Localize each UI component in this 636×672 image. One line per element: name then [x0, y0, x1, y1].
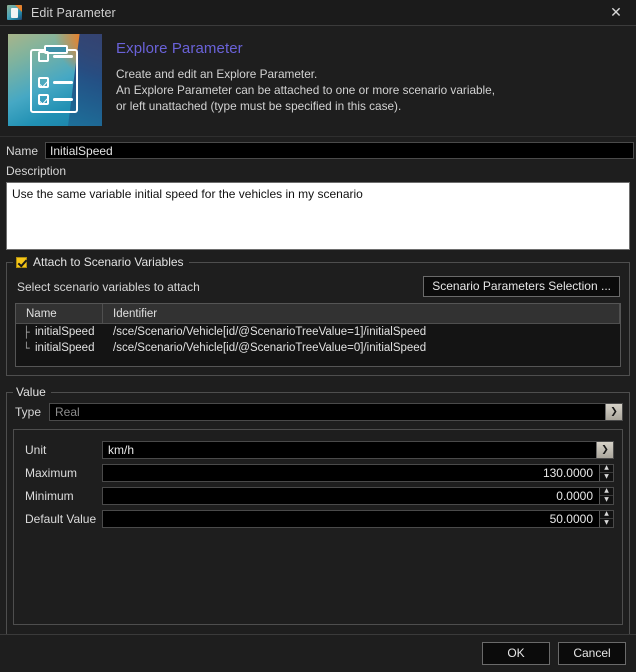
close-icon[interactable]: ✕: [596, 0, 636, 26]
unit-value: km/h: [108, 442, 135, 457]
checkbox-icon-3: [38, 51, 49, 62]
banner-description-line-3: or left unattached (type must be specifi…: [116, 99, 402, 113]
banner-title: Explore Parameter: [116, 40, 243, 57]
name-row: Name: [0, 137, 636, 162]
table-header-identifier: Identifier: [103, 304, 620, 324]
table-cell-name: initialSpeed: [35, 326, 95, 338]
attach-to-scenario-variables-checkbox[interactable]: [16, 256, 27, 268]
value-group: Value Type Real ❯ Unit km/h ❯ Maximum 13…: [6, 385, 630, 638]
unit-row: Unit km/h ❯: [22, 440, 614, 459]
spinner-up-icon[interactable]: ▲: [600, 487, 613, 496]
scenario-variables-table[interactable]: Name Identifier ├ initialSpeed /sce/Scen…: [15, 303, 621, 367]
maximum-stepper[interactable]: 130.0000 ▲ ▼: [102, 463, 614, 482]
clipboard-row-1: [38, 77, 73, 88]
select-scenario-variables-label: Select scenario variables to attach: [17, 279, 200, 294]
table-cell-identifier: /sce/Scenario/Vehicle[id/@ScenarioTreeVa…: [113, 342, 427, 354]
description-input[interactable]: [6, 182, 630, 250]
minimum-value: 0.0000: [556, 488, 593, 503]
unit-label: Unit: [25, 442, 47, 457]
spinner-up-icon[interactable]: ▲: [600, 510, 613, 519]
table-cell-name: initialSpeed: [35, 342, 95, 354]
chevron-down-icon[interactable]: ❯: [605, 404, 622, 420]
cancel-button[interactable]: Cancel: [558, 642, 626, 665]
spinner-down-icon[interactable]: ▼: [600, 519, 613, 527]
default-value-label: Default Value: [25, 511, 97, 526]
window-title: Edit Parameter: [31, 5, 116, 20]
attach-to-scenario-variables-group: Attach to Scenario Variables Select scen…: [6, 255, 630, 376]
default-value-stepper[interactable]: 50.0000 ▲ ▼: [102, 509, 614, 528]
type-dropdown[interactable]: Real ❯: [49, 403, 623, 421]
scenario-parameters-selection-button[interactable]: Scenario Parameters Selection ...: [423, 276, 620, 297]
maximum-label: Maximum: [25, 465, 78, 480]
default-value-value: 50.0000: [549, 511, 593, 526]
unit-dropdown[interactable]: km/h ❯: [102, 440, 614, 459]
attach-group-title-row: Attach to Scenario Variables: [13, 255, 189, 269]
checkbox-icon-2: [38, 94, 49, 105]
clipboard-line-1: [53, 81, 73, 84]
minimum-label: Minimum: [25, 488, 74, 503]
table-cell-identifier: /sce/Scenario/Vehicle[id/@ScenarioTreeVa…: [113, 326, 427, 338]
checkbox-icon-1: [38, 77, 49, 88]
maximum-value: 130.0000: [542, 465, 593, 480]
name-input[interactable]: [45, 142, 634, 159]
minimum-stepper[interactable]: 0.0000 ▲ ▼: [102, 486, 614, 505]
table-row[interactable]: └ initialSpeed /sce/Scenario/Vehicle[id/…: [16, 340, 620, 356]
window-clipboard-icon: [7, 5, 22, 20]
clipboard-line-2: [53, 98, 73, 101]
explore-parameter-clipboard-icon: [8, 34, 102, 126]
minimum-row: Minimum 0.0000 ▲ ▼: [22, 486, 614, 505]
clipboard-row-2: [38, 94, 73, 105]
window-titlebar: Edit Parameter ✕: [0, 0, 636, 26]
maximum-spinner[interactable]: ▲ ▼: [599, 464, 613, 481]
spinner-up-icon[interactable]: ▲: [600, 464, 613, 473]
dialog-footer: OK Cancel: [0, 634, 636, 672]
default-value-spinner[interactable]: ▲ ▼: [599, 510, 613, 527]
type-label: Type: [15, 405, 42, 419]
clipboard-body: [30, 45, 78, 113]
spinner-down-icon[interactable]: ▼: [600, 496, 613, 504]
table-header-name: Name: [16, 304, 103, 324]
type-row: Type Real ❯: [13, 403, 623, 421]
minimum-spinner[interactable]: ▲ ▼: [599, 487, 613, 504]
type-value: Real: [55, 405, 80, 419]
maximum-row: Maximum 130.0000 ▲ ▼: [22, 463, 614, 482]
table-row[interactable]: ├ initialSpeed /sce/Scenario/Vehicle[id/…: [16, 324, 620, 340]
ok-button[interactable]: OK: [482, 642, 550, 665]
spinner-down-icon[interactable]: ▼: [600, 473, 613, 481]
tree-branch-end-icon: └: [23, 341, 30, 355]
name-label: Name: [6, 143, 39, 158]
value-group-title-row: Value: [13, 385, 51, 399]
table-header-row: Name Identifier: [16, 304, 620, 324]
tree-branch-icon: ├: [23, 325, 30, 339]
clipboard-line-3: [53, 55, 73, 58]
banner-text: Explore Parameter Create and edit an Exp…: [102, 34, 495, 126]
banner-description-line-1: Create and edit an Explore Parameter.: [116, 67, 318, 81]
banner-description-line-2: An Explore Parameter can be attached to …: [116, 83, 496, 97]
banner: Explore Parameter Create and edit an Exp…: [0, 26, 636, 137]
value-group-title: Value: [16, 385, 46, 399]
default-value-row: Default Value 50.0000 ▲ ▼: [22, 509, 614, 528]
attach-group-title: Attach to Scenario Variables: [33, 255, 184, 269]
value-details-panel: Unit km/h ❯ Maximum 130.0000 ▲ ▼ Minimum…: [13, 429, 623, 625]
chevron-down-icon[interactable]: ❯: [596, 441, 613, 458]
attach-header-row: Select scenario variables to attach Scen…: [15, 275, 621, 303]
clipboard-row-3: [38, 51, 73, 62]
description-label-row: Description: [0, 162, 636, 182]
description-label: Description: [6, 164, 67, 178]
